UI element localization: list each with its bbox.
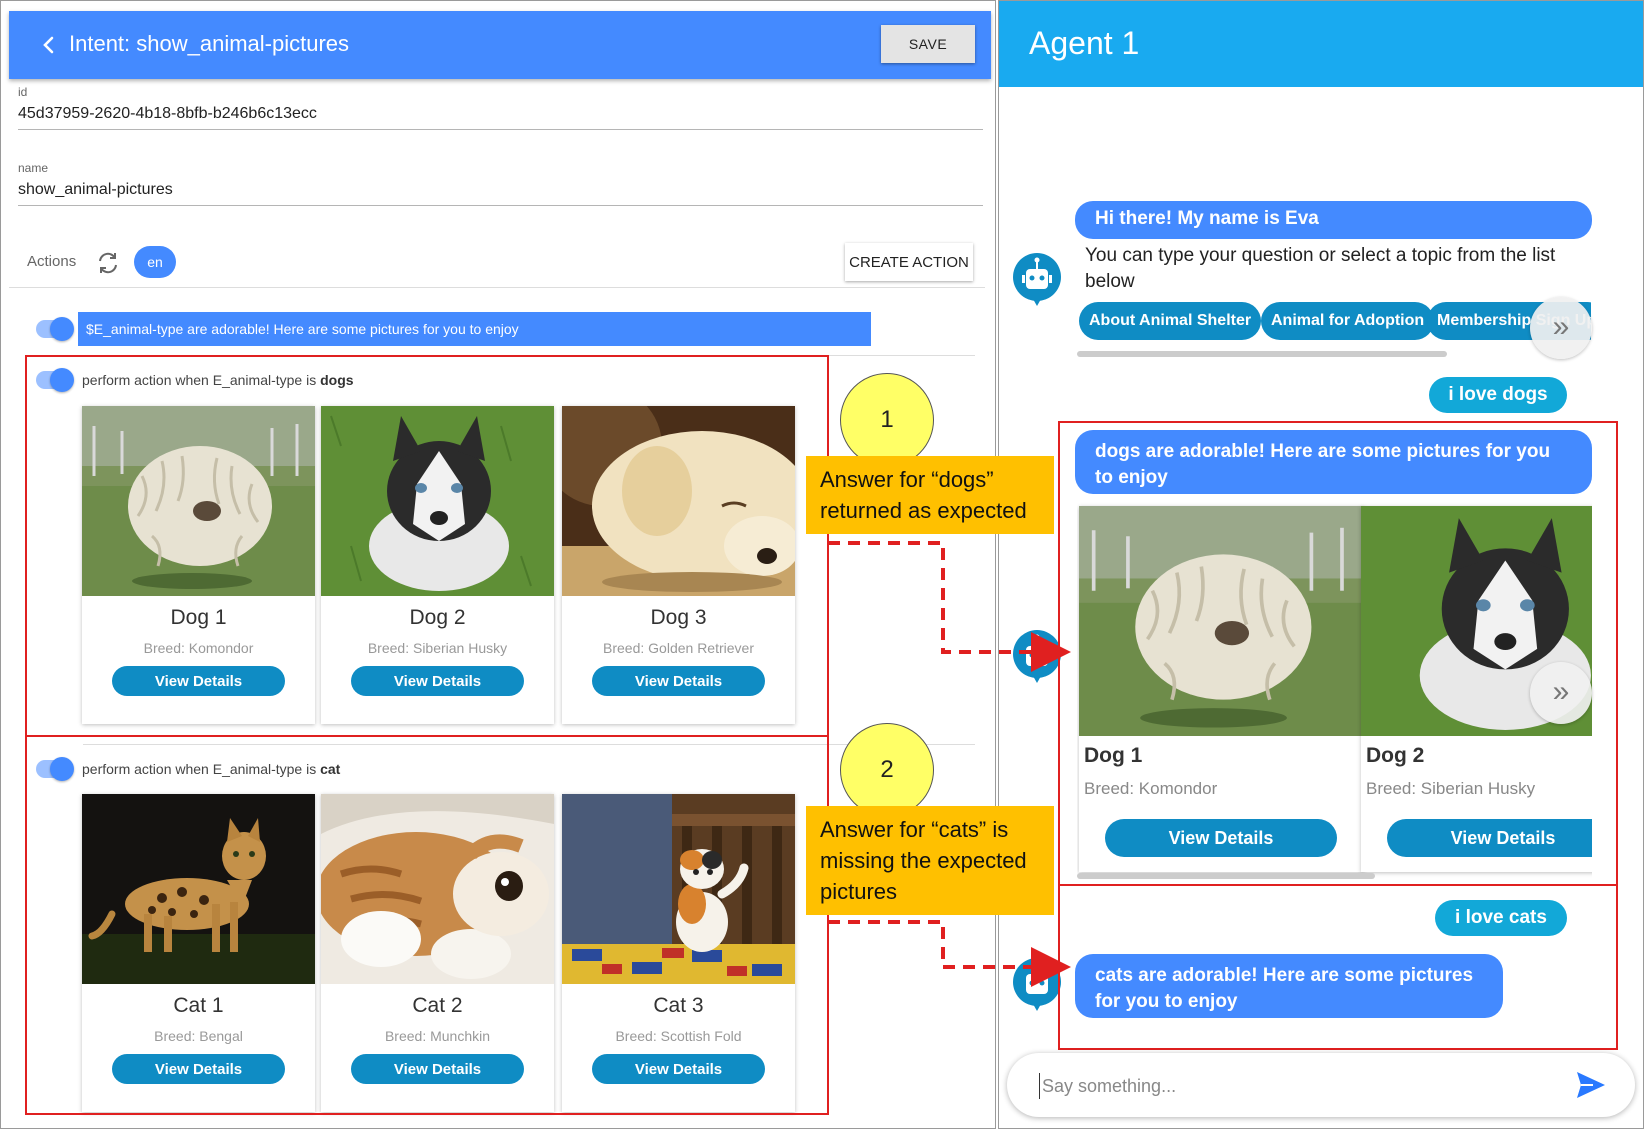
annotation-step-1: 1: [840, 373, 934, 467]
page-title: Intent: show_animal-pictures: [69, 31, 350, 56]
divider: [9, 287, 985, 288]
send-icon[interactable]: [1575, 1070, 1607, 1100]
id-field[interactable]: id 45d37959-2620-4b18-8bfb-b246b6c13ecc: [18, 85, 983, 130]
bot-avatar-icon: [1013, 630, 1061, 683]
name-field-label: name: [18, 161, 49, 175]
annotation-step-2: 2: [840, 723, 934, 817]
name-field[interactable]: name show_animal-pictures: [18, 161, 983, 206]
id-field-value[interactable]: 45d37959-2620-4b18-8bfb-b246b6c13ecc: [18, 105, 983, 129]
topic-chip-adoption[interactable]: Animal for Adoption: [1261, 302, 1435, 340]
topic-chip-about-shelter[interactable]: About Animal Shelter: [1079, 302, 1262, 340]
cats-reply-highlight-box: [1058, 884, 1618, 1050]
dogs-highlight-box: [25, 355, 829, 737]
annotation-line: Answer for “cats” is: [820, 817, 1009, 842]
bot-intro-text: You can type your question or select a t…: [1085, 245, 1556, 292]
save-button[interactable]: SAVE: [881, 25, 975, 63]
chat-input-bar: [1007, 1053, 1635, 1117]
bot-avatar-icon: [1013, 958, 1061, 1011]
annotation-line: returned as expected: [820, 498, 1027, 523]
chat-preview-panel: Agent 1 Hi there! My name is Eva You can…: [998, 0, 1644, 1129]
actions-row: Actions en CREATE ACTION: [18, 243, 983, 283]
response-text-field[interactable]: $E_animal-type are adorable! Here are so…: [78, 312, 871, 346]
bot-avatar-icon: [1013, 253, 1061, 306]
actions-label: Actions: [27, 253, 77, 270]
response-toggle[interactable]: [36, 317, 74, 341]
annotation-line: Answer for “dogs”: [820, 467, 994, 492]
agent-title: Agent 1: [1029, 25, 1140, 61]
name-field-value[interactable]: show_animal-pictures: [18, 181, 983, 205]
language-chip[interactable]: en: [134, 246, 176, 278]
annotation-note-2: Answer for “cats” is missing the expecte…: [806, 806, 1054, 915]
chat-message-input[interactable]: [1039, 1073, 1539, 1099]
back-arrow-icon[interactable]: [37, 33, 61, 57]
chips-scrollbar[interactable]: [1077, 351, 1447, 357]
user-message-dogs: i love dogs: [1429, 377, 1567, 413]
cats-highlight-box: [25, 735, 829, 1115]
dogs-reply-highlight-box: [1058, 421, 1618, 886]
editor-header: Intent: show_animal-pictures SAVE: [9, 11, 991, 79]
intent-editor-panel: Intent: show_animal-pictures SAVE id 45d…: [0, 0, 996, 1129]
id-field-label: id: [18, 85, 28, 99]
create-action-button[interactable]: CREATE ACTION: [845, 243, 973, 281]
refresh-icon[interactable]: [94, 249, 122, 277]
chips-next-button[interactable]: »: [1530, 297, 1592, 359]
annotation-line: pictures: [820, 879, 898, 904]
greeting-bubble: Hi there! My name is Eva: [1075, 201, 1592, 239]
topic-chip-row: About Animal Shelter Animal for Adoption…: [1077, 297, 1591, 345]
annotation-note-1: Answer for “dogs” returned as expected: [806, 456, 1054, 534]
chat-header: Agent 1: [999, 1, 1643, 87]
annotation-line: missing the expected: [820, 848, 1027, 873]
